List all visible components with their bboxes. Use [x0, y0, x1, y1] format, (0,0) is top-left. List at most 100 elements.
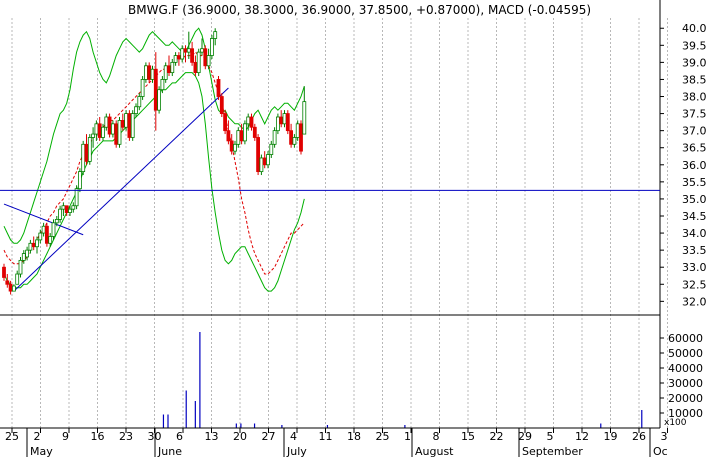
candle-body — [266, 154, 270, 166]
price-tick-label: 34.5 — [682, 210, 707, 223]
candle-body — [2, 266, 6, 278]
candle-body — [48, 236, 53, 244]
price-tick-label: 37.5 — [682, 108, 707, 121]
price-tick-label: 38.0 — [682, 91, 707, 104]
candle-body — [299, 123, 303, 152]
candle-body — [190, 48, 195, 63]
candle-body — [28, 242, 33, 251]
candle-body — [236, 130, 241, 145]
candle-body — [302, 101, 307, 135]
candle-body — [8, 283, 13, 292]
candle-body — [285, 113, 290, 132]
candle-body — [167, 65, 171, 74]
candle-body — [153, 68, 158, 111]
date-axis-labels: 2529162330613202741118251815222951219263 — [5, 428, 668, 443]
price-tick-label: 39.5 — [682, 39, 707, 52]
date-tick-label: 4 — [290, 430, 297, 443]
date-tick-label: 29 — [518, 430, 532, 443]
date-tick-label: 23 — [119, 430, 133, 443]
candle-body — [31, 242, 36, 248]
price-tick-label: 38.5 — [682, 73, 707, 86]
date-tick-label: 11 — [319, 430, 333, 443]
candle-body — [5, 280, 10, 285]
candle-body — [134, 106, 138, 114]
candle-body — [54, 219, 59, 224]
candle-body — [157, 89, 162, 111]
price-tick-label: 36.5 — [682, 142, 707, 155]
month-label: May — [30, 445, 53, 457]
date-tick-label: 18 — [347, 430, 361, 443]
candle-body — [87, 137, 92, 162]
price-tick-label: 37.0 — [682, 125, 707, 138]
price-tick-label: 36.0 — [682, 159, 707, 172]
candle-body — [15, 273, 20, 285]
candle-body — [45, 225, 49, 244]
date-tick-label: 16 — [91, 430, 105, 443]
volume-unit-label: x100 — [664, 418, 687, 428]
candle-body — [25, 249, 30, 258]
candle-body — [101, 126, 105, 138]
candle-body — [68, 208, 72, 213]
candle-body — [64, 205, 69, 213]
price-tick-label: 33.0 — [682, 261, 707, 274]
candle-body — [200, 48, 204, 53]
date-tick-label: 19 — [604, 430, 618, 443]
candle-body — [186, 48, 191, 53]
volume-tick-label: 50000 — [668, 347, 703, 360]
axes — [0, 0, 661, 429]
candle-body — [143, 65, 148, 80]
date-tick-label: 22 — [490, 430, 504, 443]
candle-body — [180, 48, 185, 60]
date-tick-label: 25 — [5, 430, 19, 443]
candle-body — [262, 157, 267, 166]
date-tick-label: 3 — [661, 430, 668, 443]
month-label: Oc — [653, 445, 668, 457]
candle-body — [233, 143, 237, 152]
candle-body — [35, 239, 39, 248]
candle-body — [163, 65, 168, 80]
price-tick-label: 35.5 — [682, 176, 707, 189]
price-tick-label: 32.5 — [682, 278, 707, 291]
candle-body — [246, 116, 251, 125]
date-tick-label: 27 — [262, 430, 276, 443]
candle-body — [275, 116, 280, 132]
candle-body — [18, 259, 23, 275]
candle-body — [249, 116, 254, 128]
candle-body — [107, 116, 112, 135]
date-tick-label: 13 — [205, 430, 219, 443]
candle-body — [58, 208, 62, 220]
date-tick-label: 6 — [176, 430, 183, 443]
candle-body — [239, 130, 244, 142]
candle-body — [74, 188, 79, 207]
candle-body — [226, 130, 231, 142]
date-tick-label: 5 — [547, 430, 554, 443]
date-tick-label: 15 — [461, 430, 475, 443]
price-axis-labels: 40.0 39.5 39.0 38.5 38.0 37.5 37.0 36.5 36.0 35.5… — [660, 22, 707, 308]
date-tick-label: 20 — [233, 430, 247, 443]
candle-body — [147, 65, 152, 80]
price-tick-label: 35.0 — [682, 193, 707, 206]
candle-body — [209, 38, 214, 56]
candle-body — [295, 123, 300, 138]
date-tick-label: 12 — [575, 430, 589, 443]
volume-tick-label: 20000 — [668, 392, 703, 405]
candle-body — [51, 222, 56, 237]
candle-body — [256, 137, 261, 173]
candle-body — [170, 61, 175, 74]
candle-body — [124, 113, 128, 128]
candle-body — [193, 61, 198, 74]
candle-body — [111, 123, 115, 135]
volume-tick-label: 30000 — [668, 377, 703, 390]
candle-body — [41, 225, 46, 234]
candle-body — [117, 120, 122, 145]
candle-body — [242, 123, 247, 142]
candle-body — [114, 123, 119, 145]
candle-body — [84, 143, 89, 162]
candle-body — [176, 55, 181, 60]
candle-body — [150, 68, 155, 80]
price-tick-label: 39.0 — [682, 56, 707, 69]
candle-body — [213, 31, 218, 39]
candle-body — [140, 79, 145, 97]
date-tick-label: 2 — [34, 430, 41, 443]
volume-axis-labels: 600005000040000300002000010000 — [660, 332, 703, 420]
